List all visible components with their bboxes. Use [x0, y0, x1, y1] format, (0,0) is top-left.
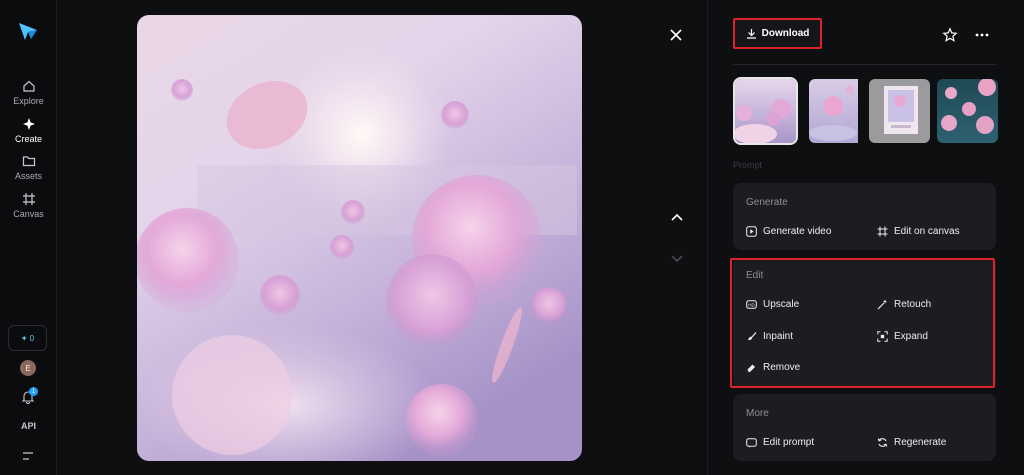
api-link[interactable]: API	[0, 421, 57, 431]
sidebar-item-label: Assets	[14, 171, 42, 181]
sparkle-icon: ✦	[20, 333, 28, 343]
panel-divider	[733, 64, 997, 65]
svg-text:HD: HD	[748, 302, 755, 307]
upscale-icon: HD	[746, 300, 757, 309]
left-sidebar: Explore Create Assets Canvas ✦ 0 E 1 API	[0, 0, 57, 475]
sidebar-item-label: Canvas	[13, 209, 44, 219]
action-label: Remove	[763, 362, 801, 373]
thumbnail-image	[869, 79, 930, 143]
thumbnail-image	[735, 79, 796, 143]
thumbnail-image	[937, 79, 998, 143]
section-title: Edit	[746, 270, 764, 281]
prompt-label: Prompt	[733, 160, 763, 170]
retouch-button[interactable]: Retouch	[877, 299, 931, 310]
action-label: Generate video	[763, 226, 832, 237]
section-title: Generate	[746, 197, 788, 208]
folder-icon	[22, 156, 35, 167]
star-icon[interactable]	[942, 27, 958, 43]
chevron-down-icon[interactable]	[669, 250, 685, 266]
more-section: More Edit prompt Regenerate	[733, 394, 996, 461]
more-options-icon[interactable]	[974, 27, 990, 43]
chevron-up-icon[interactable]	[669, 209, 685, 225]
download-button[interactable]: Download	[733, 18, 822, 49]
action-label: Edit on canvas	[894, 226, 960, 237]
app-logo-icon[interactable]	[17, 20, 39, 42]
action-label: Edit prompt	[763, 437, 815, 448]
thumbnail-4[interactable]	[937, 79, 998, 143]
canvas-icon	[22, 193, 35, 205]
avatar-initial: E	[25, 363, 31, 373]
edit-prompt-button[interactable]: Edit prompt	[746, 437, 814, 448]
credits-count: 0	[29, 333, 35, 343]
sidebar-item-assets[interactable]: Assets	[0, 154, 57, 181]
app-root: Explore Create Assets Canvas ✦ 0 E 1 API	[0, 0, 1024, 475]
close-icon[interactable]	[668, 27, 684, 43]
edit-prompt-icon	[746, 438, 757, 448]
action-label: Upscale	[763, 299, 800, 310]
generated-image[interactable]	[137, 15, 582, 461]
eraser-icon	[747, 364, 755, 372]
action-label: Expand	[894, 331, 928, 342]
refresh-icon	[877, 438, 888, 447]
thumbnail-image	[809, 79, 858, 143]
thumbnail-3[interactable]	[869, 79, 930, 143]
magic-wand-icon	[877, 299, 887, 310]
action-label: Retouch	[894, 299, 932, 310]
notification-badge: 1	[29, 387, 38, 396]
sidebar-item-create[interactable]: Create	[0, 117, 57, 144]
avatar[interactable]: E	[20, 360, 36, 376]
remove-button[interactable]: Remove	[746, 362, 800, 373]
generate-section: Generate Generate video Edit on canvas	[733, 183, 996, 250]
menu-icon[interactable]	[22, 451, 34, 461]
generate-video-button[interactable]: Generate video	[746, 226, 831, 237]
canvas-icon	[877, 226, 888, 237]
sidebar-item-label: Explore	[13, 96, 44, 106]
sidebar-item-explore[interactable]: Explore	[0, 79, 57, 106]
inpaint-button[interactable]: Inpaint	[746, 331, 793, 342]
sidebar-item-label: Create	[14, 134, 42, 144]
action-label: Inpaint	[763, 331, 794, 342]
video-play-icon	[746, 226, 757, 237]
credits-badge[interactable]: ✦ 0	[8, 325, 47, 351]
edit-section: Edit HD Upscale Retouch Inpaint Expand R…	[733, 258, 996, 388]
upscale-button[interactable]: HD Upscale	[746, 299, 799, 310]
sparkle-icon	[22, 118, 35, 130]
regenerate-button[interactable]: Regenerate	[877, 437, 946, 448]
expand-button[interactable]: Expand	[877, 331, 928, 342]
sidebar-item-canvas[interactable]: Canvas	[0, 192, 57, 219]
section-title: More	[746, 408, 769, 419]
download-label: Download	[761, 28, 810, 39]
thumbnail-1[interactable]	[733, 77, 798, 145]
thumbnail-2[interactable]	[809, 79, 870, 143]
edit-on-canvas-button[interactable]: Edit on canvas	[877, 226, 960, 237]
brush-icon	[748, 332, 757, 341]
action-label: Regenerate	[894, 437, 947, 448]
expand-icon	[877, 331, 888, 342]
image-content	[137, 15, 582, 461]
home-icon	[22, 80, 35, 92]
download-icon	[746, 29, 756, 39]
